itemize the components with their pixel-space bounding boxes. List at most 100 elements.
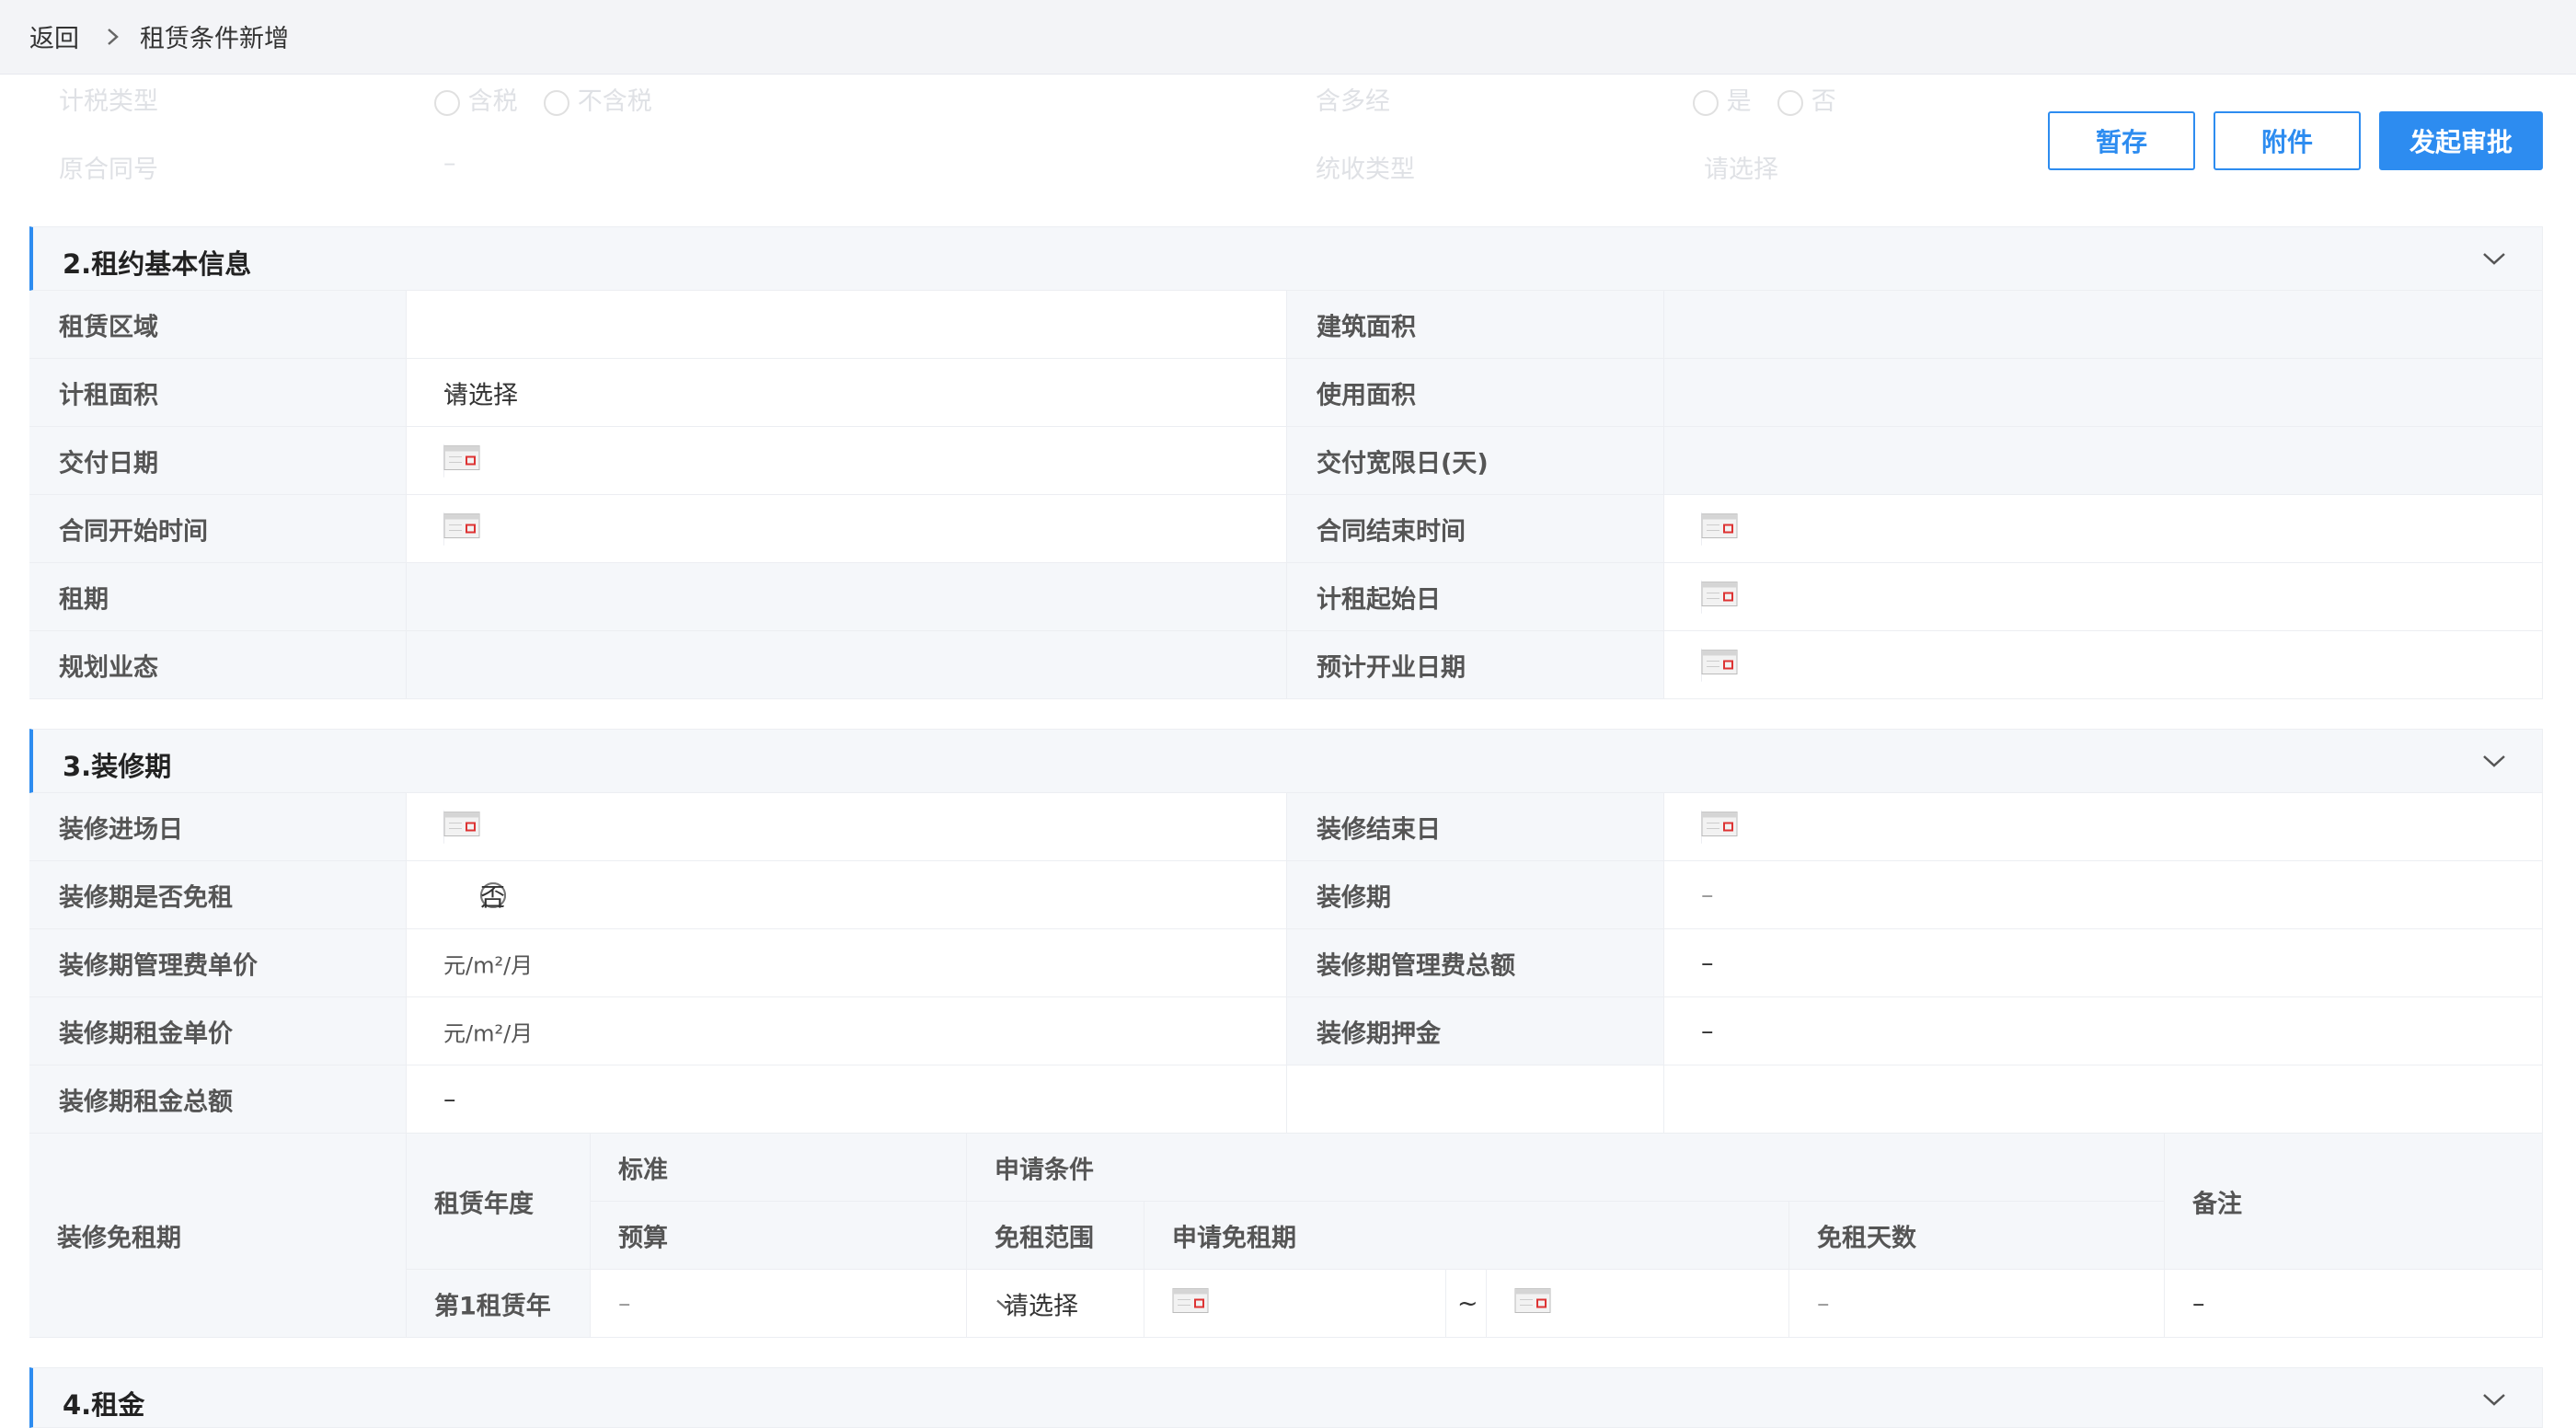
calendar-icon[interactable]: [1172, 1287, 1432, 1319]
lease-area-label: 租赁区域: [29, 291, 407, 359]
row-budget: –: [591, 1270, 967, 1338]
calendar-icon[interactable]: [1701, 649, 2529, 681]
col-budget: 预算: [591, 1202, 967, 1270]
chevron-down-icon: [443, 378, 1266, 407]
lease-area-input[interactable]: [407, 291, 1287, 359]
reno-free-rent-label: 装修期是否免租: [29, 861, 407, 929]
contract-end-input[interactable]: [1664, 495, 2543, 563]
rent-area-select[interactable]: 请选择: [407, 359, 1287, 427]
radio-icon[interactable]: [434, 89, 460, 116]
reno-mgmt-price-input[interactable]: 元/m²/月: [407, 929, 1287, 997]
col-notes: 备注: [2165, 1134, 2543, 1270]
col-lease-year: 租赁年度: [407, 1134, 591, 1270]
section-basic-info[interactable]: 2.租约基本信息: [29, 226, 2543, 291]
reno-start-label: 装修进场日: [29, 793, 407, 861]
delivery-date-label: 交付日期: [29, 427, 407, 495]
col-apply-conditions: 申请条件: [967, 1134, 2165, 1202]
rent-start-input[interactable]: [1664, 563, 2543, 631]
section-title: 3.装修期: [63, 751, 172, 782]
col-free-days: 免租天数: [1789, 1202, 2165, 1270]
col-standard: 标准: [591, 1134, 967, 1202]
rent-area-label: 计租面积: [29, 359, 407, 427]
delivery-date-input[interactable]: [407, 427, 1287, 495]
chevron-down-icon[interactable]: [2481, 752, 2507, 774]
multi-options[interactable]: 是 否: [1693, 81, 1836, 117]
reno-deposit-value: –: [1664, 997, 2543, 1065]
contract-end-label: 合同结束时间: [1287, 495, 1664, 563]
collect-type-label: 统收类型: [1316, 155, 1415, 184]
empty-cell: [1287, 1065, 1664, 1134]
usable-area-label: 使用面积: [1287, 359, 1664, 427]
calendar-icon[interactable]: [443, 512, 1273, 545]
scope-select[interactable]: 请选择: [967, 1270, 1144, 1338]
reno-rent-price-input[interactable]: 元/m²/月: [407, 997, 1287, 1065]
attach-button[interactable]: 附件: [2214, 111, 2361, 170]
reno-rent-total-value: –: [407, 1065, 1287, 1134]
period-end-input[interactable]: [1487, 1270, 1789, 1338]
reno-rent-price-label: 装修期租金单价: [29, 997, 407, 1065]
period-tilde: ~: [1446, 1270, 1487, 1338]
multi-label: 含多经: [1316, 87, 1390, 116]
section-renovation[interactable]: 3.装修期: [29, 729, 2543, 793]
calendar-icon[interactable]: [443, 811, 1273, 843]
opening-date-input[interactable]: [1664, 631, 2543, 699]
free-rent-label: 装修免租期: [29, 1134, 407, 1338]
reno-free-rent-radios[interactable]: 是 否: [407, 861, 1287, 929]
tax-type-label: 计税类型: [59, 87, 158, 116]
orig-contract-label: 原合同号: [59, 155, 158, 184]
chevron-right-icon: [103, 18, 123, 55]
reno-end-input[interactable]: [1664, 793, 2543, 861]
chevron-down-icon[interactable]: [2481, 1390, 2507, 1412]
radio-icon[interactable]: [1693, 89, 1719, 116]
section-rent[interactable]: 4.租金: [29, 1367, 2543, 1428]
contract-start-input[interactable]: [407, 495, 1287, 563]
reno-end-label: 装修结束日: [1287, 793, 1664, 861]
radio-icon[interactable]: [544, 89, 570, 116]
planned-format-value: [407, 631, 1287, 699]
calendar-icon[interactable]: [1701, 512, 2529, 545]
chevron-down-icon[interactable]: [2481, 249, 2507, 271]
building-area-label: 建筑面积: [1287, 291, 1664, 359]
row-lease-year: 第1租赁年: [407, 1270, 591, 1338]
section-title: 2.租约基本信息: [63, 248, 252, 280]
reno-mgmt-price-label: 装修期管理费单价: [29, 929, 407, 997]
empty-cell: [1664, 1065, 2543, 1134]
grace-days-value: [1664, 427, 2543, 495]
reno-mgmt-total-value: –: [1664, 929, 2543, 997]
back-link[interactable]: 返回: [29, 18, 79, 54]
top-bar: 返回 租赁条件新增: [0, 0, 2576, 75]
calendar-icon[interactable]: [1514, 1287, 1776, 1319]
chevron-down-icon: [995, 1289, 1120, 1318]
reno-start-input[interactable]: [407, 793, 1287, 861]
reno-rent-total-label: 装修期租金总额: [29, 1065, 407, 1134]
opening-date-label: 预计开业日期: [1287, 631, 1664, 699]
breadcrumb-current: 租赁条件新增: [140, 25, 289, 53]
col-apply-period: 申请免租期: [1144, 1202, 1789, 1270]
lease-term-value: [407, 563, 1287, 631]
radio-icon[interactable]: [1777, 89, 1804, 116]
row-notes: –: [2165, 1270, 2543, 1338]
reno-period-label: 装修期: [1287, 861, 1664, 929]
save-button[interactable]: 暂存: [2048, 111, 2195, 170]
tax-type-options[interactable]: 含税 不含税: [434, 81, 652, 117]
reno-mgmt-total-label: 装修期管理费总额: [1287, 929, 1664, 997]
row-free-days: –: [1789, 1270, 2165, 1338]
collect-type-value[interactable]: 请选择: [1704, 149, 1778, 185]
section-title: 4.租金: [63, 1389, 145, 1421]
orig-contract-value: –: [443, 149, 456, 178]
col-scope: 免租范围: [967, 1202, 1144, 1270]
contract-start-label: 合同开始时间: [29, 495, 407, 563]
reno-deposit-label: 装修期押金: [1287, 997, 1664, 1065]
calendar-icon[interactable]: [1701, 581, 2529, 613]
period-start-input[interactable]: [1144, 1270, 1446, 1338]
usable-area-value: [1664, 359, 2543, 427]
submit-approval-button[interactable]: 发起审批: [2379, 111, 2543, 170]
reno-period-value: –: [1664, 861, 2543, 929]
building-area-value: [1664, 291, 2543, 359]
calendar-icon[interactable]: [443, 444, 1273, 477]
lease-term-label: 租期: [29, 563, 407, 631]
grace-days-label: 交付宽限日(天): [1287, 427, 1664, 495]
planned-format-label: 规划业态: [29, 631, 407, 699]
calendar-icon[interactable]: [1701, 811, 2529, 843]
rent-start-label: 计租起始日: [1287, 563, 1664, 631]
